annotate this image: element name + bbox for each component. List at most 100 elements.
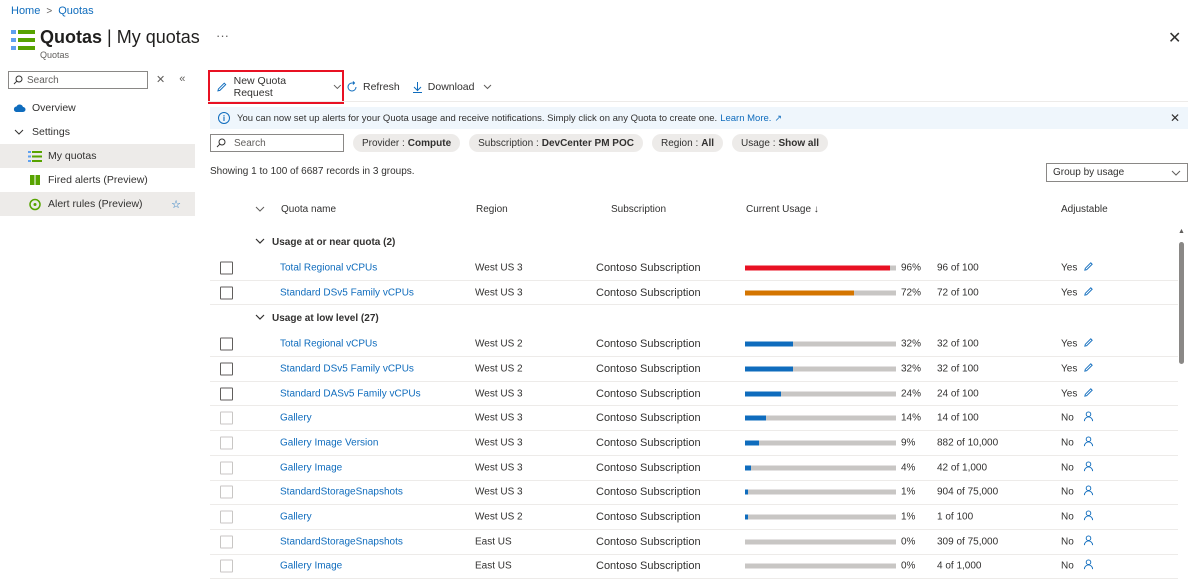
quota-name-link[interactable]: Total Regional vCPUs: [280, 339, 377, 350]
quota-name-link[interactable]: Gallery Image: [280, 561, 342, 572]
table-row[interactable]: Gallery Image Version West US 3 Contoso Su…: [210, 431, 1178, 456]
quota-name-link[interactable]: Gallery Image: [280, 462, 342, 473]
group-by-select[interactable]: Group by usage: [1046, 163, 1188, 182]
learn-more-link[interactable]: Learn More.: [720, 113, 771, 124]
edit-icon[interactable]: [1083, 286, 1094, 300]
column-adjustable[interactable]: Adjustable: [1061, 204, 1108, 215]
external-link-icon[interactable]: ↗: [774, 113, 782, 124]
person-icon[interactable]: [1083, 510, 1094, 524]
clear-icon[interactable]: ✕: [156, 73, 165, 86]
person-icon[interactable]: [1083, 461, 1094, 475]
adjustable-value: Yes: [1061, 338, 1078, 350]
sidebar-item-overview[interactable]: Overview: [0, 96, 195, 120]
region-cell: West US 3: [475, 262, 523, 274]
row-checkbox[interactable]: [220, 261, 233, 275]
quota-name-link[interactable]: StandardStorageSnapshots: [280, 536, 403, 547]
scroll-up-icon[interactable]: ▲: [1178, 228, 1185, 235]
column-subscription[interactable]: Subscription: [611, 204, 666, 215]
refresh-button[interactable]: Refresh: [346, 81, 400, 93]
adjustable-value: Yes: [1061, 262, 1078, 274]
more-options-icon[interactable]: ···: [216, 28, 229, 43]
column-quota-name[interactable]: Quota name: [281, 204, 336, 215]
scrollbar-thumb[interactable]: [1179, 242, 1184, 364]
table-row[interactable]: StandardStorageSnapshots West US 3 Contoso…: [210, 481, 1178, 506]
subscription-cell: Contoso Subscription: [596, 286, 701, 299]
quota-name-link[interactable]: StandardStorageSnapshots: [280, 487, 403, 498]
quota-name-link[interactable]: Total Regional vCPUs: [280, 262, 377, 273]
quota-search-input[interactable]: [234, 137, 339, 149]
close-banner-icon[interactable]: ✕: [1170, 111, 1180, 125]
table-row[interactable]: Gallery Image West US 3 Contoso Subscripti…: [210, 456, 1178, 481]
region-cell: West US 3: [475, 412, 523, 424]
chevron-down-icon: [1171, 170, 1181, 176]
filter-bar: Provider :Compute Subscription :DevCente…: [210, 134, 829, 152]
edit-icon[interactable]: [1083, 387, 1094, 401]
favorite-star-icon[interactable]: ☆: [171, 198, 181, 211]
table-row[interactable]: StandardStorageSnapshots East US Contoso S…: [210, 530, 1178, 555]
column-region[interactable]: Region: [476, 204, 508, 215]
table-row[interactable]: Gallery Image East US Contoso Subscription…: [210, 555, 1178, 580]
sidebar-item-alert-rules[interactable]: Alert rules (Preview) ☆: [0, 192, 195, 216]
row-checkbox[interactable]: [220, 387, 233, 401]
table-row[interactable]: Gallery West US 3 Contoso Subscription 14% 1…: [210, 406, 1178, 432]
breadcrumb-home[interactable]: Home: [11, 5, 40, 17]
page-subtitle: Quotas: [40, 50, 70, 60]
breadcrumb-quotas[interactable]: Quotas: [58, 5, 93, 17]
quota-name-link[interactable]: Gallery: [280, 413, 312, 424]
table-row[interactable]: Standard DSv5 Family vCPUs West US 3 Conto…: [210, 281, 1178, 306]
collapse-icon[interactable]: «: [179, 73, 185, 86]
row-checkbox[interactable]: [220, 362, 233, 376]
sidebar-item-my-quotas[interactable]: My quotas: [0, 144, 195, 168]
table-row[interactable]: Gallery West US 2 Contoso Subscription 1% 1 …: [210, 505, 1178, 530]
sidebar-item-fired-alerts[interactable]: Fired alerts (Preview): [0, 168, 195, 192]
sidebar-search[interactable]: [8, 71, 148, 89]
usage-bar-fill: [745, 489, 749, 495]
table-row[interactable]: Standard DSv5 Family vCPUs West US 2 Conto…: [210, 357, 1178, 382]
quota-name-link[interactable]: Gallery Image Version: [280, 437, 378, 448]
person-icon[interactable]: [1083, 411, 1094, 425]
filter-pill-subscription[interactable]: Subscription : DevCenter PM POC: [469, 134, 643, 152]
scrollbar[interactable]: ▲: [1177, 228, 1186, 586]
person-icon[interactable]: [1083, 485, 1094, 499]
chevron-down-icon[interactable]: [255, 236, 265, 247]
sidebar-item-settings[interactable]: Settings: [0, 120, 195, 144]
quota-name-link[interactable]: Standard DSv5 Family vCPUs: [280, 363, 414, 374]
sidebar-search-input[interactable]: [27, 74, 137, 86]
group-header[interactable]: Usage at or near quota (2): [210, 229, 1178, 256]
download-button[interactable]: Download: [412, 81, 493, 93]
edit-icon[interactable]: [1083, 362, 1094, 376]
usage-percent: 4%: [901, 462, 916, 474]
group-header[interactable]: Usage at low level (27): [210, 305, 1178, 332]
table-row[interactable]: Total Regional vCPUs West US 2 Contoso Sub…: [210, 332, 1178, 358]
filter-pill-region[interactable]: Region : All: [651, 134, 724, 152]
table-row[interactable]: Standard DASv5 Family vCPUs West US 3 Cont…: [210, 382, 1178, 407]
usage-percent: 9%: [901, 437, 916, 449]
usage-bar-fill: [745, 366, 794, 372]
edit-icon[interactable]: [1083, 261, 1094, 275]
quota-name-link[interactable]: Standard DASv5 Family vCPUs: [280, 388, 421, 399]
group-label: Usage at or near quota (2): [272, 237, 396, 248]
breadcrumb: Home > Quotas: [11, 5, 94, 17]
person-icon[interactable]: [1083, 436, 1094, 450]
quota-name-link[interactable]: Standard DSv5 Family vCPUs: [280, 287, 414, 298]
chevron-down-icon[interactable]: [255, 312, 265, 323]
new-quota-request-button[interactable]: New Quota Request: [208, 70, 344, 104]
expand-all-icon[interactable]: [255, 204, 265, 215]
table-row[interactable]: Total Regional vCPUs West US 3 Contoso Sub…: [210, 256, 1178, 281]
close-icon[interactable]: ✕: [1168, 28, 1181, 48]
list-icon: [28, 149, 42, 163]
filter-pill-usage[interactable]: Usage : Show all: [732, 134, 829, 152]
quota-search[interactable]: [210, 134, 344, 152]
quota-name-link[interactable]: Gallery: [280, 512, 312, 523]
region-cell: West US 2: [475, 511, 523, 523]
person-icon[interactable]: [1083, 535, 1094, 549]
row-checkbox[interactable]: [220, 286, 233, 300]
subscription-cell: Contoso Subscription: [596, 535, 701, 548]
row-checkbox[interactable]: [220, 337, 233, 351]
book-icon: [28, 173, 42, 187]
person-icon[interactable]: [1083, 559, 1094, 573]
region-cell: East US: [475, 560, 512, 572]
filter-pill-provider[interactable]: Provider : Compute: [353, 134, 461, 152]
edit-icon[interactable]: [1083, 337, 1094, 351]
column-current-usage[interactable]: Current Usage ↓: [746, 204, 819, 215]
